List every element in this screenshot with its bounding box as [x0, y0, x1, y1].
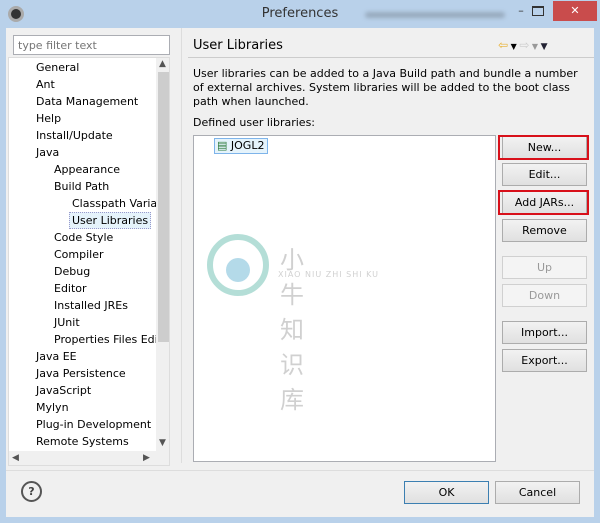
ok-button[interactable]: OK [404, 481, 489, 504]
remove-button[interactable]: Remove [502, 219, 587, 242]
watermark-subtext: XIAO NIU ZHI SHI KU [278, 270, 380, 279]
watermark-logo-icon [207, 234, 269, 296]
preference-tree: Remote Systems Plug-in Development Mylyn Ja… [8, 57, 170, 466]
tree-item[interactable]: Java Persistence [36, 365, 126, 382]
import-button[interactable]: Import... [502, 321, 587, 344]
vertical-scrollbar[interactable]: ▲ ▼ [156, 58, 169, 451]
list-item[interactable]: ▤ JOGL2 [214, 138, 269, 154]
tree-item[interactable]: Java EE [36, 348, 77, 365]
filter-input[interactable] [13, 35, 170, 55]
tree-item[interactable]: Build Path [54, 178, 109, 195]
export-button[interactable]: Export... [502, 349, 587, 372]
page-description: User libraries can be added to a Java Bu… [193, 67, 578, 108]
divider [188, 57, 594, 58]
tree-item[interactable]: Properties Files Edito [54, 331, 169, 348]
cancel-button[interactable]: Cancel [495, 481, 580, 504]
page-title: User Libraries [193, 38, 283, 53]
tree-item[interactable]: Editor [54, 280, 87, 297]
divider [6, 470, 594, 471]
horizontal-scrollbar[interactable]: ◀ ▶ [9, 451, 169, 465]
minimize-button[interactable]: – [512, 4, 530, 22]
scroll-down-icon[interactable]: ▼ [159, 438, 166, 448]
maximize-button[interactable] [532, 6, 544, 16]
tree-item[interactable]: Classpath Variab [72, 195, 164, 212]
watermark-logo: 小牛知识库 XIAO NIU ZHI SHI KU [205, 232, 378, 414]
tree-item[interactable]: Install/Update [36, 127, 113, 144]
tree-item[interactable]: Plug-in Development [36, 416, 151, 433]
highlight-box [498, 135, 589, 160]
tree-item[interactable]: Compiler [54, 246, 104, 263]
tree-item[interactable]: General [36, 59, 79, 76]
tree-item[interactable]: Appearance [54, 161, 120, 178]
down-button[interactable]: Down [502, 284, 587, 307]
scroll-thumb[interactable] [158, 72, 169, 342]
window-title: Preferences [261, 6, 339, 21]
edit-button[interactable]: Edit... [502, 163, 587, 186]
watermark-text: 小牛知识库 [280, 246, 306, 414]
sash-divider[interactable] [181, 28, 182, 463]
forward-arrow-icon[interactable]: ⇨ [519, 38, 529, 52]
tree-item[interactable]: Remote Systems [36, 433, 129, 450]
help-button[interactable]: ? [21, 481, 42, 502]
library-icon: ▤ [217, 139, 228, 152]
close-button[interactable]: ✕ [553, 1, 597, 21]
tree-item[interactable]: Code Style [54, 229, 113, 246]
tree-item[interactable]: Java [36, 144, 59, 161]
tree-item[interactable]: Help [36, 110, 61, 127]
up-button[interactable]: Up [502, 256, 587, 279]
tree-item[interactable]: Mylyn [36, 399, 69, 416]
defined-libraries-label: Defined user libraries: [193, 116, 316, 129]
tree-item[interactable]: User Libraries [69, 212, 152, 229]
highlight-box [498, 190, 589, 215]
blurred-text [365, 12, 505, 18]
title-bar: Preferences – ✕ [0, 0, 600, 28]
tree-item[interactable]: Installed JREs [54, 297, 128, 314]
scroll-left-icon[interactable]: ◀ [12, 453, 19, 463]
scroll-up-icon[interactable]: ▲ [159, 59, 166, 69]
back-menu-icon[interactable]: ▼ [508, 42, 519, 51]
scroll-right-icon[interactable]: ▶ [143, 453, 150, 463]
forward-menu-icon[interactable]: ▼ [529, 42, 540, 51]
view-menu-icon[interactable]: ▼ [541, 42, 548, 52]
library-name: JOGL2 [230, 139, 265, 152]
nav-toolbar: ⇦ ▼ ⇨ ▼ ▼ [498, 38, 548, 52]
tree-item[interactable]: Debug [54, 263, 90, 280]
tree-item[interactable]: Data Management [36, 93, 138, 110]
tree-item[interactable]: Ant [36, 76, 55, 93]
tree-item[interactable]: JavaScript [36, 382, 91, 399]
back-arrow-icon[interactable]: ⇦ [498, 38, 508, 52]
tree-item[interactable]: JUnit [54, 314, 80, 331]
